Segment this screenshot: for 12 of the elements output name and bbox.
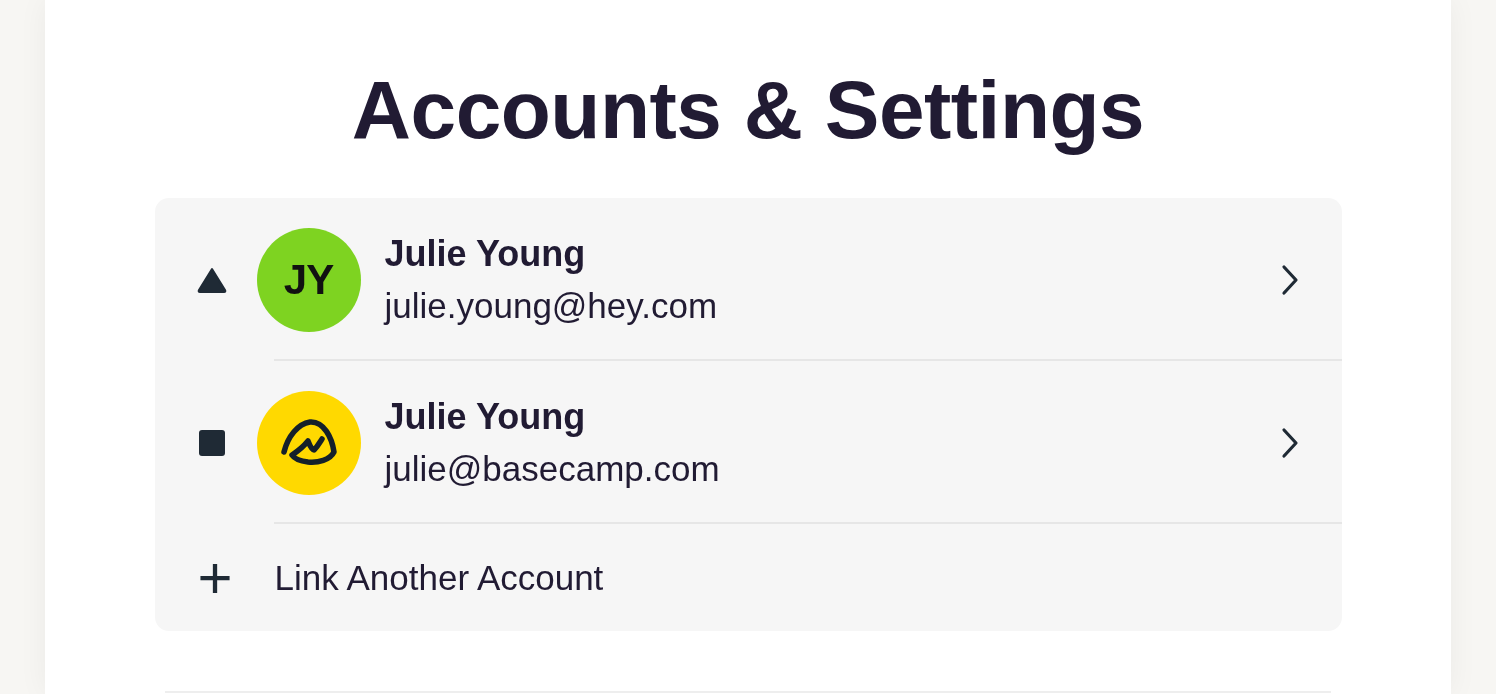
account-row[interactable]: JY Julie Young julie.young@hey.com [154,198,1342,361]
square-icon [198,429,225,456]
account-row[interactable]: Julie Young julie@basecamp.com [154,361,1342,524]
account-email: julie.young@hey.com [384,284,719,327]
plus-icon: + [154,547,275,608]
page-title: Accounts & Settings [351,63,1145,157]
account-email: julie@basecamp.com [384,447,721,490]
avatar-initials: JY [283,255,334,304]
account-name: Julie Young [384,394,587,439]
account-name: Julie Young [384,231,587,276]
link-account-button[interactable]: + Link Another Account [154,524,1342,631]
triangle-icon [195,265,228,294]
